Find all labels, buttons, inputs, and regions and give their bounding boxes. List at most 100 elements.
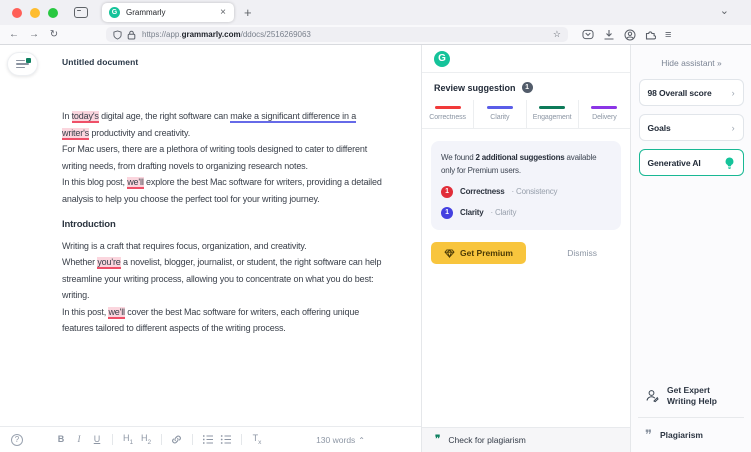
overall-score-card[interactable]: 98 Overall score › bbox=[639, 79, 744, 106]
correctness-highlight[interactable]: writer's bbox=[62, 128, 89, 140]
text-segment[interactable]: Whether bbox=[62, 257, 97, 267]
get-expert-help-button[interactable]: Get ExpertWriting Help bbox=[631, 385, 751, 417]
heading1-button[interactable]: H1 bbox=[120, 433, 136, 446]
close-window-button[interactable] bbox=[12, 8, 22, 18]
text-segment[interactable]: digital age, the right software can bbox=[99, 111, 231, 121]
doc-paragraph[interactable]: Writing is a craft that requires focus, … bbox=[62, 238, 382, 255]
text-segment[interactable]: productivity and creativity. bbox=[89, 128, 190, 138]
browser-toolbar: ← → ↻ https://app.grammarly.com/ddocs/25… bbox=[0, 25, 751, 45]
browser-tab-bar: G Grammarly × + ⌄ bbox=[0, 0, 751, 25]
get-premium-button[interactable]: Get Premium bbox=[431, 242, 526, 264]
toolbar-divider bbox=[192, 434, 193, 445]
zoom-window-button[interactable] bbox=[48, 8, 58, 18]
document-menu-button[interactable] bbox=[7, 52, 38, 76]
document-title[interactable]: Untitled document bbox=[62, 57, 138, 67]
generative-ai-card[interactable]: Generative AI bbox=[639, 149, 744, 176]
gem-icon bbox=[444, 249, 455, 258]
url-protocol: https://app. bbox=[142, 30, 182, 39]
toolbar-divider bbox=[241, 434, 242, 445]
person-icon bbox=[645, 389, 659, 403]
correctness-highlight[interactable]: we'll bbox=[127, 177, 143, 189]
text-segment[interactable]: In this post, bbox=[62, 307, 108, 317]
clarity-highlight[interactable]: make a significant difference in a bbox=[230, 111, 356, 123]
quote-icon: ❞ bbox=[435, 435, 440, 445]
dismiss-button[interactable]: Dismiss bbox=[567, 248, 597, 258]
tab-delivery[interactable]: Delivery bbox=[578, 100, 630, 128]
goals-card[interactable]: Goals › bbox=[639, 114, 744, 141]
underline-button[interactable]: U bbox=[89, 434, 105, 444]
window-controls bbox=[12, 8, 58, 18]
text-segment[interactable]: Writing is a craft that requires focus, … bbox=[62, 241, 306, 251]
list-tabs-chevron-icon[interactable]: ⌄ bbox=[720, 4, 729, 17]
firefox-view-icon[interactable] bbox=[74, 7, 88, 18]
plagiarism-button[interactable]: ❞ Plagiarism bbox=[631, 418, 751, 443]
url-path: /ddocs/2516269063 bbox=[241, 30, 311, 39]
tab-color-bar bbox=[539, 106, 565, 109]
hamburger-grammarly-icon bbox=[16, 60, 29, 69]
premium-suggestion-item: 1Correctness· Consistency bbox=[441, 185, 611, 198]
tab-label: Engagement bbox=[533, 114, 572, 121]
word-count[interactable]: 130 words⌃ bbox=[316, 435, 365, 445]
overall-score-value: 98 bbox=[648, 88, 657, 98]
lightbulb-icon bbox=[724, 157, 735, 169]
text-segment[interactable]: Introduction bbox=[62, 219, 116, 230]
text-segment[interactable]: For Mac users, there are a plethora of w… bbox=[62, 144, 367, 171]
heading2-button[interactable]: H2 bbox=[138, 433, 154, 446]
extensions-icon[interactable] bbox=[645, 29, 656, 40]
link-button[interactable] bbox=[169, 434, 185, 445]
tab-label: Correctness bbox=[429, 114, 466, 121]
check-plagiarism-bar[interactable]: ❞ Check for plagiarism bbox=[422, 427, 630, 452]
toolbar-icons: ≡ bbox=[582, 29, 671, 41]
account-icon[interactable] bbox=[624, 29, 636, 41]
correctness-highlight[interactable]: today's bbox=[72, 111, 99, 123]
clear-formatting-button[interactable]: Tx bbox=[249, 433, 265, 446]
doc-paragraph[interactable]: Whether you're a novelist, blogger, jour… bbox=[62, 254, 382, 304]
doc-paragraph[interactable]: In this post, we'll cover the best Mac s… bbox=[62, 304, 382, 337]
download-icon[interactable] bbox=[603, 29, 615, 40]
double-chevron-right-icon: ›› bbox=[717, 58, 721, 68]
app-menu-icon[interactable]: ≡ bbox=[665, 29, 671, 41]
correctness-highlight[interactable]: we'll bbox=[108, 307, 124, 319]
text-segment[interactable]: In this blog post, bbox=[62, 177, 127, 187]
hide-assistant-button[interactable]: Hide assistant ›› bbox=[631, 45, 751, 79]
document-body[interactable]: In today's digital age, the right softwa… bbox=[62, 108, 382, 337]
assistant-panel: G Review suggestion 1 CorrectnessClarity… bbox=[421, 45, 630, 452]
premium-suggestion-list: 1Correctness· Consistency1Clarity· Clari… bbox=[441, 185, 611, 219]
toolbar-divider bbox=[161, 434, 162, 445]
forward-button[interactable]: → bbox=[24, 29, 44, 40]
url-domain: grammarly.com bbox=[182, 30, 241, 39]
suggestion-count-badge: 1 bbox=[522, 82, 533, 93]
count-badge: 1 bbox=[441, 207, 453, 219]
back-button[interactable]: ← bbox=[4, 29, 24, 40]
tab-engagement[interactable]: Engagement bbox=[526, 100, 578, 128]
bold-button[interactable]: B bbox=[53, 434, 69, 444]
italic-button[interactable]: I bbox=[71, 434, 87, 444]
tab-correctness[interactable]: Correctness bbox=[422, 100, 473, 128]
suggestion-type: · Clarity bbox=[491, 206, 517, 219]
pocket-icon[interactable] bbox=[582, 29, 594, 40]
doc-paragraph[interactable]: For Mac users, there are a plethora of w… bbox=[62, 141, 382, 174]
ordered-list-button[interactable] bbox=[200, 434, 216, 445]
close-tab-icon[interactable]: × bbox=[219, 7, 227, 18]
chevron-up-icon: ⌃ bbox=[358, 436, 365, 445]
text-segment[interactable]: In bbox=[62, 111, 72, 121]
bookmark-star-icon[interactable]: ☆ bbox=[553, 29, 561, 40]
reload-button[interactable]: ↻ bbox=[44, 29, 64, 40]
doc-paragraph[interactable]: In today's digital age, the right softwa… bbox=[62, 108, 382, 141]
grammarly-favicon-icon: G bbox=[109, 7, 120, 18]
minimize-window-button[interactable] bbox=[30, 8, 40, 18]
tab-title: Grammarly bbox=[126, 8, 219, 17]
browser-tab-grammarly[interactable]: G Grammarly × bbox=[102, 3, 234, 22]
tab-clarity[interactable]: Clarity bbox=[473, 100, 525, 128]
new-tab-button[interactable]: + bbox=[244, 5, 252, 20]
bullet-list-button[interactable] bbox=[218, 434, 234, 445]
assistant-sidebar: Hide assistant ›› 98 Overall score › Goa… bbox=[630, 45, 751, 452]
correctness-highlight[interactable]: you're bbox=[97, 257, 120, 269]
doc-heading[interactable]: Introduction bbox=[62, 217, 382, 234]
sidebar-bottom: Get ExpertWriting Help ❞ Plagiarism bbox=[631, 385, 751, 452]
shield-icon[interactable] bbox=[113, 30, 122, 40]
address-bar[interactable]: https://app.grammarly.com/ddocs/25162690… bbox=[106, 27, 568, 42]
app-content: Untitled document In today's digital age… bbox=[0, 45, 751, 452]
doc-paragraph[interactable]: In this blog post, we'll explore the bes… bbox=[62, 174, 382, 207]
help-button[interactable]: ? bbox=[11, 434, 23, 446]
